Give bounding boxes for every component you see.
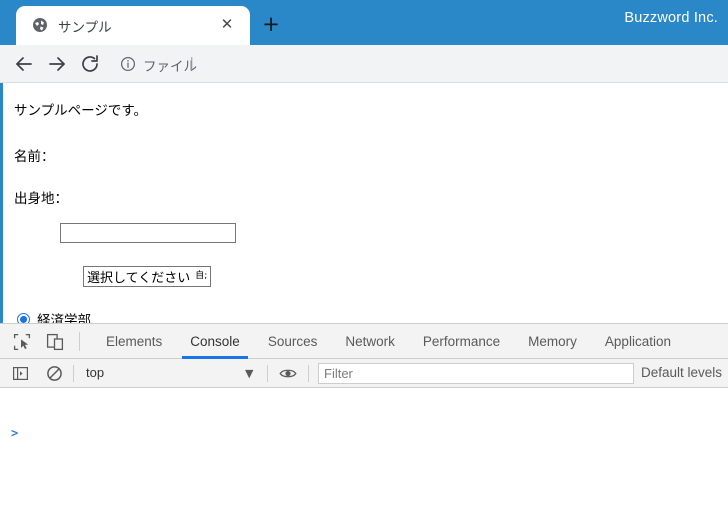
name-input[interactable] — [60, 223, 236, 243]
devtools-tabs: Elements Console Sources Network Perform… — [92, 324, 685, 359]
tab-performance[interactable]: Performance — [409, 324, 514, 359]
toolbar-divider — [267, 365, 268, 382]
device-toolbar-icon[interactable] — [45, 332, 65, 352]
chevron-down-icon[interactable]: ▼ — [245, 367, 253, 380]
back-arrow-icon[interactable] — [12, 52, 36, 76]
reload-icon[interactable] — [78, 52, 102, 76]
browser-title-bar: サンプル ✕ + Buzzword Inc. — [0, 0, 728, 45]
browser-toolbar: ファイル | — [0, 45, 728, 83]
address-bar-separator: | — [190, 55, 194, 70]
live-expression-eye-icon[interactable] — [279, 366, 297, 381]
globe-icon — [32, 17, 48, 33]
page-viewport: サンプルページです。 名前： 出身地： 選択してください 自; 経済学部 教育学… — [0, 83, 728, 323]
name-label: 名前： — [14, 149, 55, 164]
new-tab-button[interactable]: + — [259, 13, 283, 37]
console-prompt-icon: > — [11, 426, 19, 440]
clear-console-icon[interactable] — [46, 365, 63, 382]
page-intro-text: サンプルページです。 — [14, 103, 147, 118]
origin-select-value: 選択してください — [87, 270, 191, 285]
forward-arrow-icon[interactable] — [45, 52, 69, 76]
browser-window: サンプル ✕ + Buzzword Inc. ファイル | サンプルページです。… — [0, 0, 728, 520]
console-context-selector[interactable]: top — [86, 365, 104, 380]
close-icon[interactable]: ✕ — [218, 15, 236, 33]
chevron-down-icon: 自; — [195, 271, 208, 281]
toolbar-divider — [308, 365, 309, 382]
devtools-panel: Elements Console Sources Network Perform… — [0, 323, 728, 520]
console-output-area[interactable]: > — [0, 388, 728, 520]
console-log-levels-selector[interactable]: Default levels — [641, 365, 722, 380]
tab-application[interactable]: Application — [591, 324, 685, 359]
console-sidebar-icon[interactable] — [12, 365, 29, 382]
address-bar-text: ファイル — [143, 59, 197, 74]
radio-option-economics[interactable]: 経済学部 — [17, 309, 91, 323]
console-toolbar: top ▼ Default levels — [0, 359, 728, 388]
tab-sources[interactable]: Sources — [254, 324, 332, 359]
tab-elements[interactable]: Elements — [92, 324, 176, 359]
browser-tab[interactable]: サンプル ✕ — [16, 6, 250, 45]
toolbar-divider — [73, 365, 74, 382]
devtools-tab-bar: Elements Console Sources Network Perform… — [0, 324, 728, 359]
inspect-element-icon[interactable] — [12, 332, 32, 352]
info-circle-icon — [120, 56, 136, 72]
tab-title: サンプル — [58, 20, 112, 35]
toolbar-divider — [79, 332, 80, 351]
tab-memory[interactable]: Memory — [514, 324, 591, 359]
tab-console[interactable]: Console — [176, 324, 254, 359]
origin-label: 出身地： — [14, 191, 68, 206]
radio-button-selected[interactable] — [17, 312, 30, 323]
radio-label: 経済学部 — [37, 313, 91, 323]
address-bar[interactable]: ファイル | — [110, 51, 720, 77]
console-filter-input[interactable] — [318, 363, 634, 384]
origin-select[interactable]: 選択してください 自; — [83, 266, 212, 287]
tab-network[interactable]: Network — [331, 324, 409, 359]
window-brand-title: Buzzword Inc. — [624, 10, 718, 26]
